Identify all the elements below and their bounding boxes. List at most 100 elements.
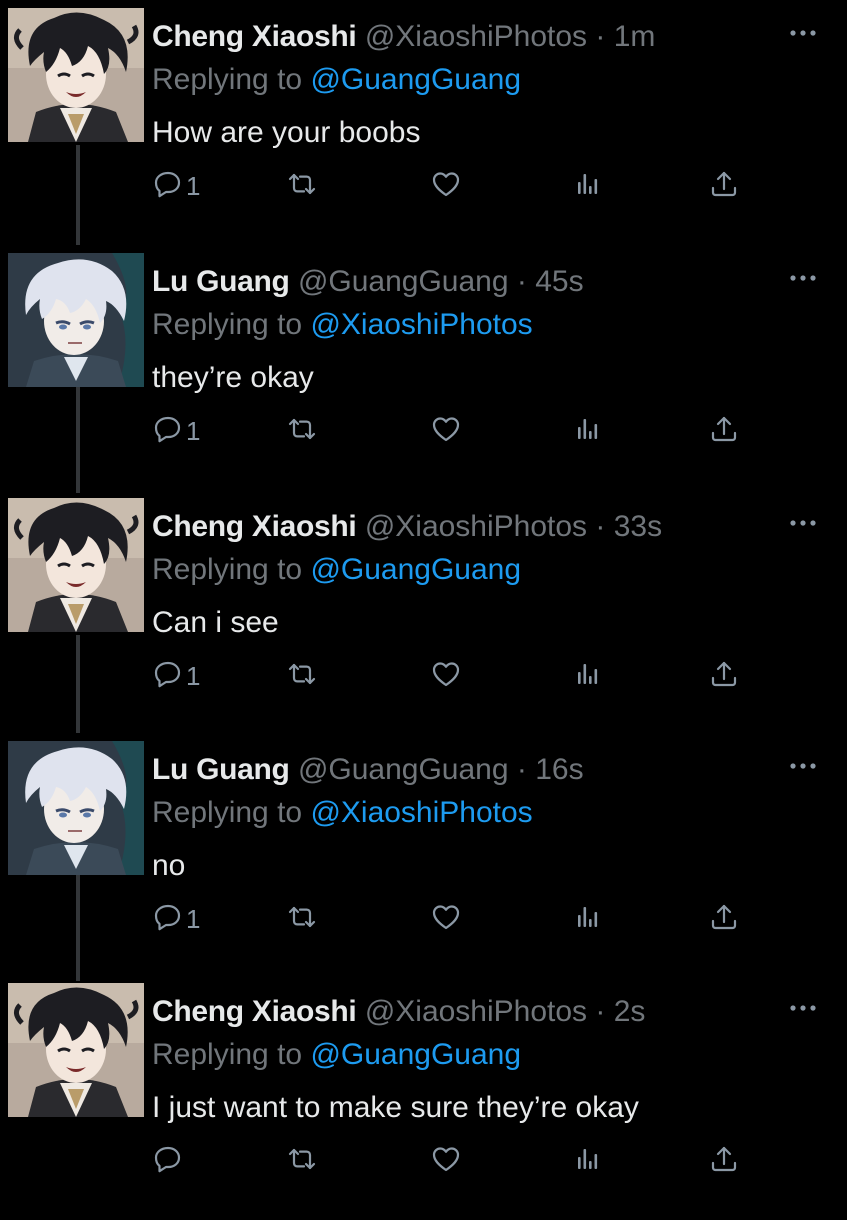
like-button[interactable] (430, 1141, 462, 1181)
retweet-icon (286, 1143, 318, 1180)
replying-to-link[interactable]: @GuangGuang (310, 63, 521, 96)
replying-prefix: Replying to (152, 553, 311, 586)
tweet-header: Lu Guang @GuangGuang · 16s (152, 751, 584, 789)
replying-to-link[interactable]: @XiaoshiPhotos (310, 796, 532, 829)
tweet[interactable]: Cheng Xiaoshi @XiaoshiPhotos · 1m Replyi… (0, 0, 847, 245)
replying-to: Replying to @GuangGuang (152, 61, 521, 99)
reply-icon (152, 413, 184, 450)
views-button[interactable] (572, 656, 604, 696)
tweet[interactable]: Cheng Xiaoshi @XiaoshiPhotos · 2s Replyi… (0, 975, 847, 1220)
tweet[interactable]: Lu Guang @GuangGuang · 16s Replying to @… (0, 733, 847, 978)
timestamp[interactable]: 2s (614, 995, 646, 1028)
views-button[interactable] (572, 899, 604, 939)
timestamp[interactable]: 33s (614, 510, 662, 543)
like-button[interactable] (430, 411, 462, 451)
reply-button[interactable] (152, 1141, 186, 1181)
reply-button[interactable]: 1 (152, 166, 200, 206)
reply-count: 1 (186, 903, 201, 934)
reply-count: 1 (186, 415, 201, 446)
reply-button[interactable]: 1 (152, 411, 200, 451)
tweet[interactable]: Lu Guang @GuangGuang · 45s Replying to @… (0, 245, 847, 490)
reply-button[interactable]: 1 (152, 656, 200, 696)
tweet-text: no (152, 849, 186, 882)
share-icon (708, 168, 740, 205)
avatar-cheng-xiaoshi[interactable] (8, 8, 144, 142)
author-handle[interactable]: @XiaoshiPhotos (365, 995, 587, 1028)
like-button[interactable] (430, 656, 462, 696)
reply-icon (152, 901, 184, 938)
tweet-text: How are your boobs (152, 116, 421, 149)
retweet-button[interactable] (286, 899, 318, 939)
author-name[interactable]: Cheng Xiaoshi (152, 20, 357, 53)
reply-count: 1 (186, 170, 201, 201)
author-handle[interactable]: @GuangGuang (298, 753, 509, 786)
reply-icon (152, 1143, 184, 1180)
tweet-text: Can i see (152, 606, 279, 639)
replying-prefix: Replying to (152, 796, 311, 829)
replying-to: Replying to @GuangGuang (152, 1036, 521, 1074)
views-button[interactable] (572, 411, 604, 451)
views-icon (572, 901, 604, 938)
action-bar: 1 (152, 166, 752, 206)
share-button[interactable] (708, 166, 740, 206)
like-button[interactable] (430, 166, 462, 206)
views-icon (572, 658, 604, 695)
reply-count: 1 (186, 660, 201, 691)
replying-to-link[interactable]: @GuangGuang (310, 553, 521, 586)
tweet-text: I just want to make sure they’re okay (152, 1091, 639, 1124)
reply-icon (152, 168, 184, 205)
views-button[interactable] (572, 1141, 604, 1181)
separator-dot: · (595, 995, 606, 1028)
more-icon[interactable] (788, 269, 818, 287)
share-button[interactable] (708, 1141, 740, 1181)
more-icon[interactable] (788, 757, 818, 775)
timestamp[interactable]: 16s (535, 753, 583, 786)
action-bar (152, 1141, 752, 1181)
tweet-header: Cheng Xiaoshi @XiaoshiPhotos · 2s (152, 993, 645, 1031)
more-icon[interactable] (788, 514, 818, 532)
tweet-header: Cheng Xiaoshi @XiaoshiPhotos · 1m (152, 18, 655, 56)
retweet-button[interactable] (286, 1141, 318, 1181)
replying-to-link[interactable]: @GuangGuang (310, 1038, 521, 1071)
author-name[interactable]: Lu Guang (152, 753, 290, 786)
more-icon[interactable] (788, 999, 818, 1017)
reply-button[interactable]: 1 (152, 899, 200, 939)
reply-icon (152, 658, 184, 695)
views-icon (572, 168, 604, 205)
retweet-icon (286, 901, 318, 938)
timestamp[interactable]: 45s (535, 265, 583, 298)
heart-icon (430, 413, 462, 450)
retweet-button[interactable] (286, 411, 318, 451)
avatar-lu-guang[interactable] (8, 741, 144, 875)
replying-to: Replying to @XiaoshiPhotos (152, 306, 533, 344)
author-name[interactable]: Cheng Xiaoshi (152, 510, 357, 543)
share-button[interactable] (708, 899, 740, 939)
retweet-button[interactable] (286, 166, 318, 206)
separator-dot: · (595, 510, 606, 543)
timestamp[interactable]: 1m (614, 20, 656, 53)
replying-to: Replying to @GuangGuang (152, 551, 521, 589)
author-handle[interactable]: @XiaoshiPhotos (365, 510, 587, 543)
author-name[interactable]: Cheng Xiaoshi (152, 995, 357, 1028)
author-name[interactable]: Lu Guang (152, 265, 290, 298)
avatar-cheng-xiaoshi[interactable] (8, 498, 144, 632)
author-handle[interactable]: @GuangGuang (298, 265, 509, 298)
action-bar: 1 (152, 656, 752, 696)
tweet-header: Cheng Xiaoshi @XiaoshiPhotos · 33s (152, 508, 662, 546)
share-button[interactable] (708, 411, 740, 451)
heart-icon (430, 168, 462, 205)
views-button[interactable] (572, 166, 604, 206)
share-icon (708, 413, 740, 450)
avatar-cheng-xiaoshi[interactable] (8, 983, 144, 1117)
replying-to-link[interactable]: @XiaoshiPhotos (310, 308, 532, 341)
author-handle[interactable]: @XiaoshiPhotos (365, 20, 587, 53)
more-icon[interactable] (788, 24, 818, 42)
replying-prefix: Replying to (152, 1038, 311, 1071)
like-button[interactable] (430, 899, 462, 939)
tweet[interactable]: Cheng Xiaoshi @XiaoshiPhotos · 33s Reply… (0, 490, 847, 735)
retweet-button[interactable] (286, 656, 318, 696)
avatar-lu-guang[interactable] (8, 253, 144, 387)
share-button[interactable] (708, 656, 740, 696)
share-icon (708, 901, 740, 938)
heart-icon (430, 1143, 462, 1180)
